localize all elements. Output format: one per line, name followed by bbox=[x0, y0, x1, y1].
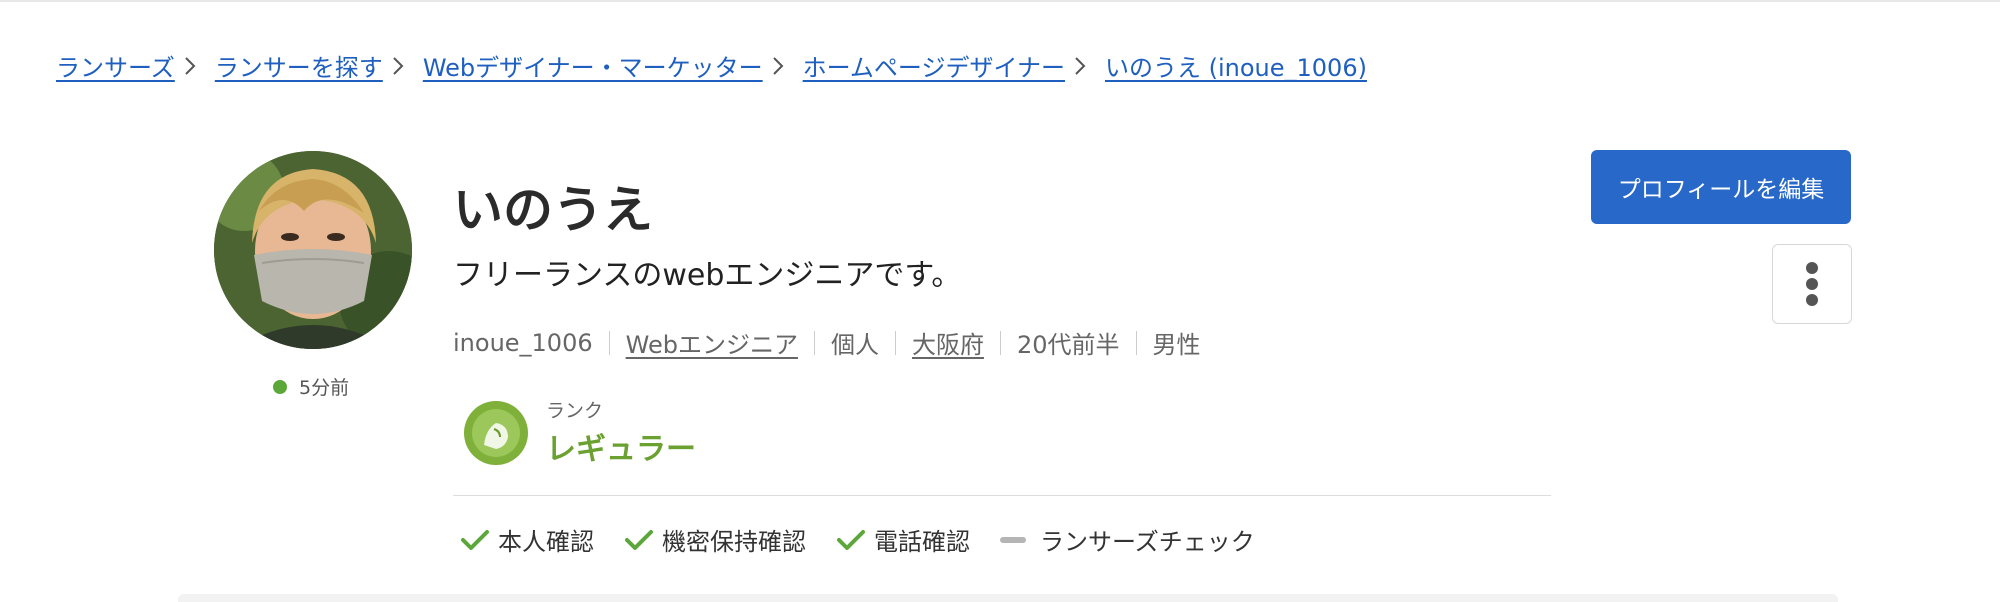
meta-gender: 男性 bbox=[1152, 331, 1201, 359]
meta-divider bbox=[894, 330, 896, 355]
breadcrumb-item-lancers[interactable]: ランサーズ bbox=[56, 48, 175, 83]
breadcrumb-link[interactable]: Webデザイナー・マーケッター bbox=[423, 54, 763, 82]
profile-tagline: フリーランスのwebエンジニアです。 bbox=[453, 258, 962, 293]
profile-meta: inoue_1006 Webエンジニア 個人 大阪府 20代前半 男性 bbox=[453, 325, 1201, 360]
rank-value: レギュラー bbox=[546, 432, 696, 467]
chevron-right-icon bbox=[1073, 55, 1095, 77]
check-icon bbox=[625, 529, 653, 550]
edit-profile-button[interactable]: プロフィールを編集 bbox=[1591, 150, 1851, 224]
breadcrumb-item-find-lancer[interactable]: ランサーを探す bbox=[215, 48, 383, 83]
check-icon bbox=[461, 529, 489, 550]
chevron-right-icon bbox=[183, 55, 205, 77]
next-section-edge bbox=[178, 594, 1838, 602]
top-border bbox=[0, 0, 2000, 2]
online-status: 5分前 bbox=[273, 373, 349, 400]
chevron-right-icon bbox=[391, 55, 413, 77]
breadcrumb-link[interactable]: いのうえ (inoue_1006) bbox=[1105, 54, 1367, 82]
breadcrumb-item-web-designer[interactable]: Webデザイナー・マーケッター bbox=[423, 48, 763, 83]
last-seen: 5分前 bbox=[299, 377, 350, 399]
check-icon bbox=[837, 529, 865, 550]
verification-label: 電話確認 bbox=[874, 528, 970, 556]
more-options-button[interactable] bbox=[1772, 244, 1852, 324]
breadcrumb-link[interactable]: ランサーズ bbox=[56, 54, 175, 82]
rank-badge-icon bbox=[464, 401, 528, 465]
verification-lancers-check: ランサーズチェック bbox=[1000, 522, 1255, 557]
meta-divider bbox=[1135, 330, 1137, 355]
verification-phone: 電話確認 bbox=[836, 522, 970, 557]
meta-age: 20代前半 bbox=[1016, 331, 1120, 359]
verification-label: ランサーズチェック bbox=[1040, 528, 1255, 556]
verification-label: 機密保持確認 bbox=[662, 528, 806, 556]
verification-list: 本人確認 機密保持確認 電話確認 ランサーズチェック bbox=[460, 522, 1285, 557]
verification-nda: 機密保持確認 bbox=[624, 522, 806, 557]
avatar bbox=[214, 151, 412, 349]
section-divider bbox=[453, 495, 1551, 496]
meta-divider bbox=[813, 330, 815, 355]
meta-type: 個人 bbox=[830, 331, 879, 359]
chevron-right-icon bbox=[771, 55, 793, 77]
breadcrumb: ランサーズ ランサーを探す Webデザイナー・マーケッター ホームページデザイナ… bbox=[56, 48, 1367, 83]
more-vertical-icon bbox=[1806, 262, 1818, 306]
meta-username: inoue_1006 bbox=[453, 328, 593, 357]
verification-label: 本人確認 bbox=[498, 528, 594, 556]
rank-label: ランク bbox=[546, 400, 604, 422]
meta-divider bbox=[608, 330, 610, 355]
profile-name: いのうえ bbox=[453, 181, 653, 239]
avatar-image bbox=[214, 151, 412, 349]
breadcrumb-item-homepage-designer[interactable]: ホームページデザイナー bbox=[803, 48, 1065, 83]
breadcrumb-item-current-user[interactable]: いのうえ (inoue_1006) bbox=[1105, 48, 1367, 83]
breadcrumb-link[interactable]: ホームページデザイナー bbox=[803, 54, 1065, 82]
dash-icon bbox=[1000, 536, 1026, 543]
meta-location-link[interactable]: 大阪府 bbox=[912, 325, 984, 360]
meta-divider bbox=[999, 330, 1001, 355]
meta-job-link[interactable]: Webエンジニア bbox=[626, 325, 798, 360]
online-dot-icon bbox=[273, 379, 287, 394]
breadcrumb-link[interactable]: ランサーを探す bbox=[215, 54, 383, 82]
verification-identity: 本人確認 bbox=[460, 522, 594, 557]
